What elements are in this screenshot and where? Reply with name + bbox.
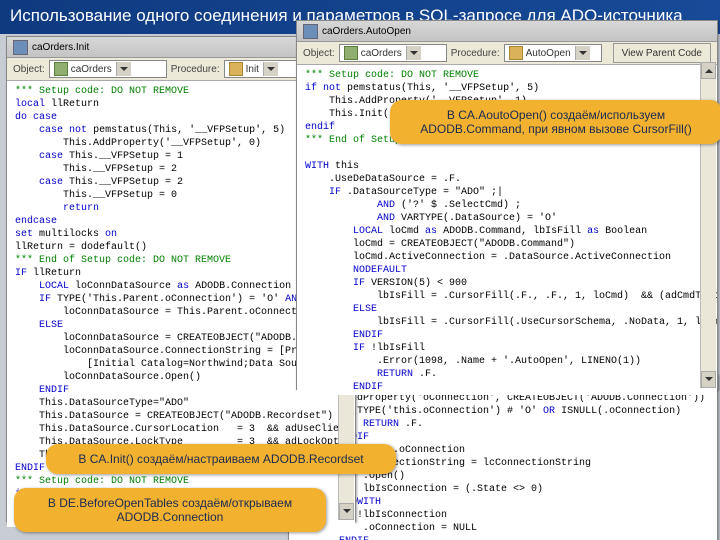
callout-autoopen: В CA.AoutoOpen() создаём/используем ADOD… bbox=[390, 100, 720, 144]
callout-beforeopentables: В DE.BeforeOpenTables создаём/открываем … bbox=[14, 488, 326, 532]
window-icon bbox=[13, 40, 28, 55]
procedure-value: AutoOpen bbox=[526, 48, 571, 59]
scroll-down[interactable] bbox=[339, 503, 354, 520]
chevron-down-icon bbox=[263, 62, 278, 76]
procedure-combo[interactable]: AutoOpen bbox=[504, 44, 602, 62]
scroll-up[interactable] bbox=[701, 62, 716, 79]
procedure-icon bbox=[509, 46, 523, 60]
procedure-label: Procedure: bbox=[451, 48, 500, 59]
window-title-text: caOrders.Init bbox=[32, 42, 89, 53]
view-parent-code-button[interactable]: View Parent Code bbox=[613, 43, 711, 63]
window-title-text: caOrders.AutoOpen bbox=[322, 26, 411, 37]
procedure-value: Init bbox=[246, 64, 259, 75]
window-titlebar-right: caOrders.AutoOpen bbox=[297, 21, 717, 42]
toolbar-right: Object: caOrders Procedure: AutoOpen Vie… bbox=[297, 42, 717, 65]
object-combo[interactable]: caOrders bbox=[49, 60, 167, 78]
window-icon bbox=[303, 24, 318, 39]
object-icon bbox=[344, 46, 358, 60]
object-value: caOrders bbox=[361, 48, 402, 59]
scroll-down[interactable] bbox=[701, 371, 716, 388]
surface: LOCAL lbIsConnection as Boolean .AddProp… bbox=[0, 34, 720, 538]
object-combo[interactable]: caOrders bbox=[339, 44, 447, 62]
procedure-combo[interactable]: Init bbox=[224, 60, 302, 78]
procedure-icon bbox=[229, 62, 243, 76]
code-window-right: caOrders.AutoOpen Object: caOrders Proce… bbox=[296, 20, 718, 390]
object-label: Object: bbox=[303, 48, 335, 59]
chevron-down-icon bbox=[116, 62, 131, 76]
callout-init: В CA.Init() создаём/настраиваем ADODB.Re… bbox=[46, 444, 396, 474]
chevron-down-icon bbox=[575, 46, 590, 60]
object-icon bbox=[54, 62, 68, 76]
procedure-label: Procedure: bbox=[171, 64, 220, 75]
chevron-down-icon bbox=[406, 46, 421, 60]
object-label: Object: bbox=[13, 64, 45, 75]
object-value: caOrders bbox=[71, 64, 112, 75]
